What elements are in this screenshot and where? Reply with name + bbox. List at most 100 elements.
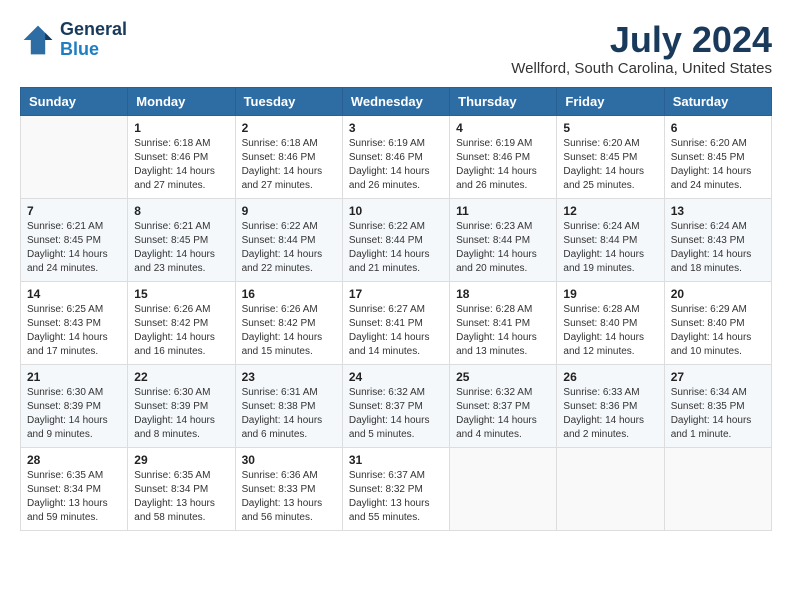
day-number: 5 <box>563 121 657 135</box>
day-info: Sunrise: 6:35 AMSunset: 8:34 PMDaylight:… <box>27 469 121 525</box>
day-info: Sunrise: 6:37 AMSunset: 8:32 PMDaylight:… <box>349 469 443 525</box>
day-number: 9 <box>242 204 336 218</box>
calendar-day-cell: 17 Sunrise: 6:27 AMSunset: 8:41 PMDayligh… <box>342 281 449 364</box>
header-sunday: Sunday <box>21 87 128 115</box>
calendar-day-cell: 15 Sunrise: 6:26 AMSunset: 8:42 PMDayligh… <box>128 281 235 364</box>
calendar-day-cell: 5Sunrise: 6:20 AMSunset: 8:45 PMDaylight… <box>557 115 664 198</box>
calendar-day-cell: 18 Sunrise: 6:28 AMSunset: 8:41 PMDayligh… <box>450 281 557 364</box>
calendar-week-row: 21 Sunrise: 6:30 AMSunset: 8:39 PMDayligh… <box>21 364 772 447</box>
day-info: Sunrise: 6:21 AMSunset: 8:45 PMDaylight:… <box>134 220 228 276</box>
day-info: Sunrise: 6:19 AMSunset: 8:46 PMDaylight:… <box>456 137 550 193</box>
month-year-title: July 2024 <box>511 20 772 60</box>
calendar-day-cell <box>21 115 128 198</box>
header-friday: Friday <box>557 87 664 115</box>
day-number: 24 <box>349 370 443 384</box>
day-info: Sunrise: 6:33 AMSunset: 8:36 PMDaylight:… <box>563 386 657 442</box>
calendar-day-cell <box>664 447 771 530</box>
day-number: 13 <box>671 204 765 218</box>
day-info: Sunrise: 6:19 AMSunset: 8:46 PMDaylight:… <box>349 137 443 193</box>
calendar-week-row: 1 Sunrise: 6:18 AMSunset: 8:46 PMDaylight… <box>21 115 772 198</box>
day-info: Sunrise: 6:34 AMSunset: 8:35 PMDaylight:… <box>671 386 765 442</box>
calendar-day-cell: 25 Sunrise: 6:32 AMSunset: 8:37 PMDayligh… <box>450 364 557 447</box>
day-number: 4 <box>456 121 550 135</box>
day-number: 15 <box>134 287 228 301</box>
day-number: 8 <box>134 204 228 218</box>
day-info: Sunrise: 6:24 AMSunset: 8:44 PMDaylight:… <box>563 220 657 276</box>
day-info: Sunrise: 6:22 AMSunset: 8:44 PMDaylight:… <box>242 220 336 276</box>
header-wednesday: Wednesday <box>342 87 449 115</box>
day-number: 12 <box>563 204 657 218</box>
day-info: Sunrise: 6:26 AMSunset: 8:42 PMDaylight:… <box>134 303 228 359</box>
calendar-day-cell: 6 Sunrise: 6:20 AMSunset: 8:45 PMDaylight… <box>664 115 771 198</box>
day-info: Sunrise: 6:35 AMSunset: 8:34 PMDaylight:… <box>134 469 228 525</box>
day-number: 16 <box>242 287 336 301</box>
calendar-day-cell: 8 Sunrise: 6:21 AMSunset: 8:45 PMDaylight… <box>128 198 235 281</box>
calendar-day-cell: 19Sunrise: 6:28 AMSunset: 8:40 PMDayligh… <box>557 281 664 364</box>
day-number: 27 <box>671 370 765 384</box>
day-info: Sunrise: 6:20 AMSunset: 8:45 PMDaylight:… <box>671 137 765 193</box>
day-info: Sunrise: 6:32 AMSunset: 8:37 PMDaylight:… <box>456 386 550 442</box>
calendar-day-cell <box>557 447 664 530</box>
day-number: 19 <box>563 287 657 301</box>
calendar-day-cell: 27 Sunrise: 6:34 AMSunset: 8:35 PMDayligh… <box>664 364 771 447</box>
calendar-day-cell: 3Sunrise: 6:19 AMSunset: 8:46 PMDaylight… <box>342 115 449 198</box>
day-info: Sunrise: 6:25 AMSunset: 8:43 PMDaylight:… <box>27 303 121 359</box>
day-number: 26 <box>563 370 657 384</box>
calendar-day-cell: 20 Sunrise: 6:29 AMSunset: 8:40 PMDayligh… <box>664 281 771 364</box>
calendar-day-cell: 28Sunrise: 6:35 AMSunset: 8:34 PMDayligh… <box>21 447 128 530</box>
day-info: Sunrise: 6:31 AMSunset: 8:38 PMDaylight:… <box>242 386 336 442</box>
day-info: Sunrise: 6:29 AMSunset: 8:40 PMDaylight:… <box>671 303 765 359</box>
day-info: Sunrise: 6:27 AMSunset: 8:41 PMDaylight:… <box>349 303 443 359</box>
calendar-day-cell: 12 Sunrise: 6:24 AMSunset: 8:44 PMDayligh… <box>557 198 664 281</box>
calendar-day-cell: 14 Sunrise: 6:25 AMSunset: 8:43 PMDayligh… <box>21 281 128 364</box>
day-number: 23 <box>242 370 336 384</box>
day-number: 17 <box>349 287 443 301</box>
logo-icon <box>20 22 56 58</box>
day-info: Sunrise: 6:26 AMSunset: 8:42 PMDaylight:… <box>242 303 336 359</box>
day-info: Sunrise: 6:36 AMSunset: 8:33 PMDaylight:… <box>242 469 336 525</box>
calendar-day-cell: 7 Sunrise: 6:21 AMSunset: 8:45 PMDaylight… <box>21 198 128 281</box>
calendar-day-cell: 16 Sunrise: 6:26 AMSunset: 8:42 PMDayligh… <box>235 281 342 364</box>
day-number: 20 <box>671 287 765 301</box>
day-info: Sunrise: 6:30 AMSunset: 8:39 PMDaylight:… <box>27 386 121 442</box>
day-number: 11 <box>456 204 550 218</box>
page-header: General Blue July 2024 Wellford, South C… <box>20 20 772 77</box>
calendar-day-cell: 11 Sunrise: 6:23 AMSunset: 8:44 PMDayligh… <box>450 198 557 281</box>
day-number: 6 <box>671 121 765 135</box>
calendar-day-cell: 31 Sunrise: 6:37 AMSunset: 8:32 PMDayligh… <box>342 447 449 530</box>
day-number: 25 <box>456 370 550 384</box>
calendar-day-cell: 9 Sunrise: 6:22 AMSunset: 8:44 PMDaylight… <box>235 198 342 281</box>
calendar-day-cell: 1Sunrise: 6:18 AMSunset: 8:46 PMDaylight… <box>128 115 235 198</box>
header-tuesday: Tuesday <box>235 87 342 115</box>
calendar-header-row: SundayMondayTuesdayWednesdayThursdayFrid… <box>21 87 772 115</box>
day-info: Sunrise: 6:23 AMSunset: 8:44 PMDaylight:… <box>456 220 550 276</box>
day-number: 21 <box>27 370 121 384</box>
day-info: Sunrise: 6:22 AMSunset: 8:44 PMDaylight:… <box>349 220 443 276</box>
day-number: 31 <box>349 453 443 467</box>
calendar-day-cell: 2Sunrise: 6:18 AMSunset: 8:46 PMDaylight… <box>235 115 342 198</box>
calendar-day-cell: 13 Sunrise: 6:24 AMSunset: 8:43 PMDayligh… <box>664 198 771 281</box>
header-saturday: Saturday <box>664 87 771 115</box>
calendar-week-row: 14 Sunrise: 6:25 AMSunset: 8:43 PMDayligh… <box>21 281 772 364</box>
calendar-week-row: 7 Sunrise: 6:21 AMSunset: 8:45 PMDaylight… <box>21 198 772 281</box>
logo: General Blue <box>20 20 127 60</box>
calendar-day-cell: 24Sunrise: 6:32 AMSunset: 8:37 PMDayligh… <box>342 364 449 447</box>
day-number: 30 <box>242 453 336 467</box>
day-info: Sunrise: 6:24 AMSunset: 8:43 PMDaylight:… <box>671 220 765 276</box>
day-number: 7 <box>27 204 121 218</box>
location-subtitle: Wellford, South Carolina, United States <box>511 60 772 77</box>
day-number: 14 <box>27 287 121 301</box>
logo-text: General Blue <box>60 20 127 60</box>
header-monday: Monday <box>128 87 235 115</box>
day-number: 10 <box>349 204 443 218</box>
day-number: 18 <box>456 287 550 301</box>
day-info: Sunrise: 6:21 AMSunset: 8:45 PMDaylight:… <box>27 220 121 276</box>
calendar-day-cell: 26 Sunrise: 6:33 AMSunset: 8:36 PMDayligh… <box>557 364 664 447</box>
day-number: 1 <box>134 121 228 135</box>
header-thursday: Thursday <box>450 87 557 115</box>
day-info: Sunrise: 6:18 AMSunset: 8:46 PMDaylight:… <box>242 137 336 193</box>
calendar-day-cell: 30 Sunrise: 6:36 AMSunset: 8:33 PMDayligh… <box>235 447 342 530</box>
calendar-week-row: 28Sunrise: 6:35 AMSunset: 8:34 PMDayligh… <box>21 447 772 530</box>
calendar-day-cell: 23 Sunrise: 6:31 AMSunset: 8:38 PMDayligh… <box>235 364 342 447</box>
day-info: Sunrise: 6:28 AMSunset: 8:41 PMDaylight:… <box>456 303 550 359</box>
